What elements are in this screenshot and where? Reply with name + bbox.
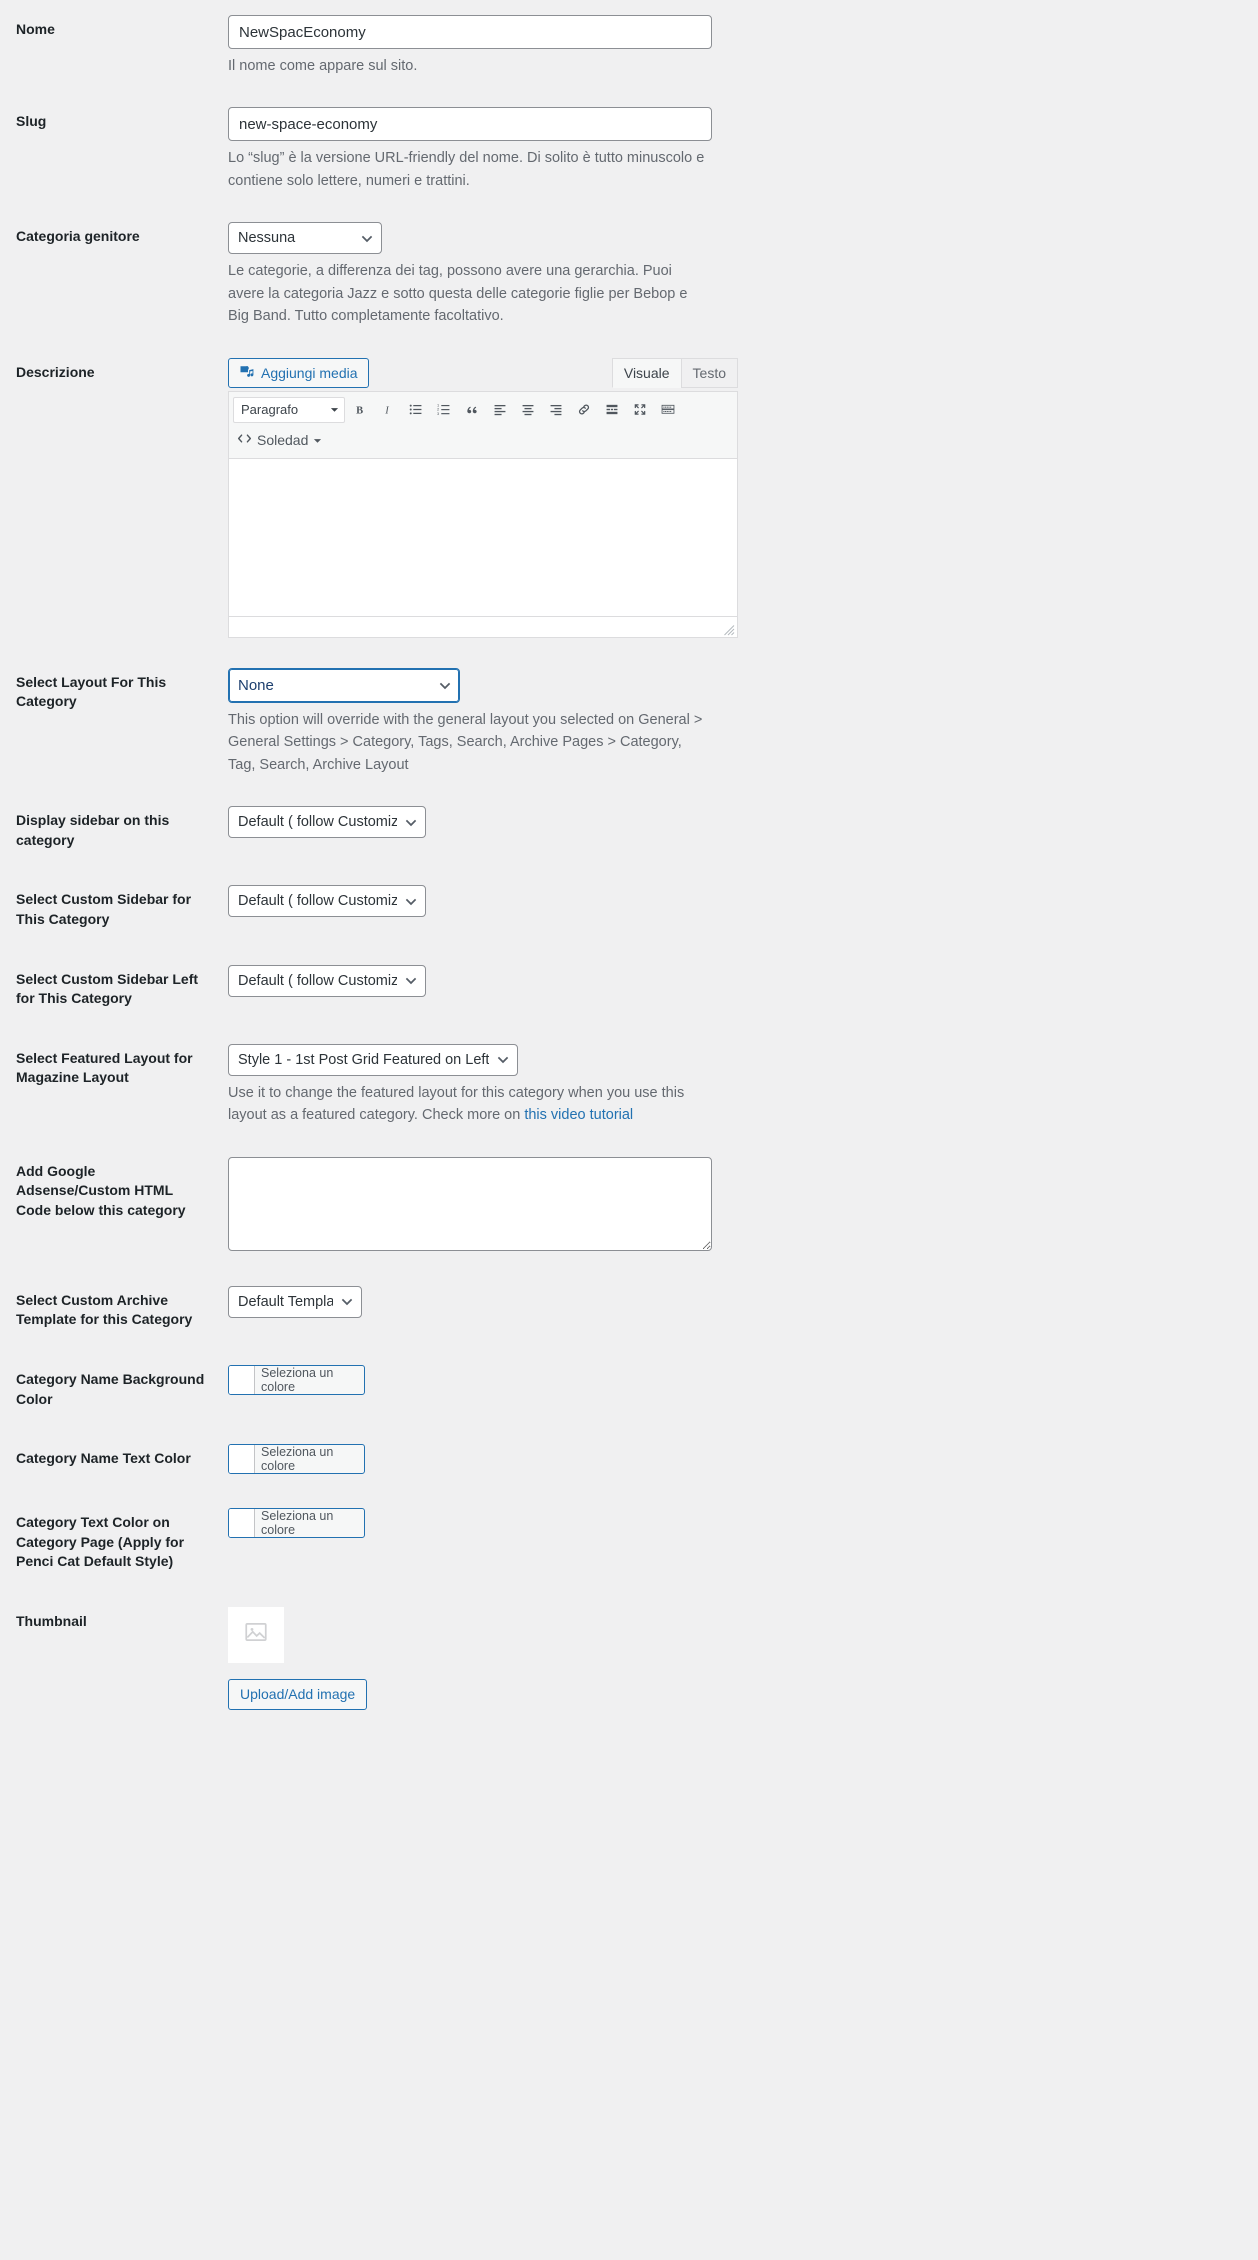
adsense-textarea[interactable] — [228, 1156, 712, 1251]
form-row-custom-sidebar: Select Custom Sidebar for This Category … — [0, 870, 1258, 949]
editor-resize-handle[interactable] — [723, 623, 735, 636]
editor-statusbar — [229, 615, 737, 637]
name-input[interactable] — [228, 15, 712, 49]
soledad-shortcodes-button[interactable]: Soledad — [233, 428, 326, 452]
svg-text:I: I — [384, 406, 389, 417]
editor-toolbar-row-2: Soledad — [229, 428, 737, 458]
image-placeholder-icon — [243, 1619, 269, 1650]
cat-bg-color-label: Seleziona un colore — [261, 1365, 334, 1394]
label-name: Nome — [16, 21, 55, 37]
name-description: Il nome come appare sul sito. — [228, 58, 418, 74]
label-parent-category: Categoria genitore — [16, 228, 140, 245]
svg-text:3: 3 — [437, 411, 439, 416]
form-row-archive-template: Select Custom Archive Template for this … — [0, 1271, 1258, 1350]
parent-category-description: Le categorie, a differenza dei tag, poss… — [228, 263, 688, 325]
cat-page-text-color-swatch — [229, 1509, 255, 1538]
media-icon — [239, 364, 254, 382]
thumbnail-preview — [228, 1606, 284, 1663]
tab-visual[interactable]: Visuale — [611, 357, 682, 388]
featured-layout-description: Use it to change the featured layout for… — [228, 1082, 708, 1127]
featured-layout-select[interactable]: Style 1 - 1st Post Grid Featured on Left — [228, 1043, 518, 1076]
add-media-button[interactable]: Aggiungi media — [228, 357, 369, 388]
align-center-icon[interactable] — [515, 397, 541, 423]
category-edit-form: Nome Il nome come appare sul sito. Slug … — [0, 0, 1258, 1725]
insert-link-icon[interactable] — [571, 397, 597, 423]
code-brackets-icon — [237, 432, 252, 448]
svg-text:B: B — [356, 406, 363, 417]
form-row-description: Descrizione Aggiungi media Visuale Testo… — [0, 343, 1258, 653]
parent-category-select[interactable]: Nessuna — [228, 222, 382, 255]
add-media-label: Aggiungi media — [261, 364, 358, 381]
form-row-parent-category: Categoria genitore Nessuna Le categorie,… — [0, 207, 1258, 342]
label-adsense: Add Google Adsense/Custom HTML Code belo… — [16, 1162, 186, 1218]
cat-text-color-label: Seleziona un colore — [261, 1445, 334, 1474]
cat-page-text-color-picker-button[interactable]: Seleziona un colore — [228, 1508, 365, 1539]
form-row-custom-sidebar-left: Select Custom Sidebar Left for This Cate… — [0, 950, 1258, 1029]
label-archive-template: Select Custom Archive Template for this … — [16, 1291, 193, 1328]
bold-icon[interactable]: B — [347, 397, 373, 423]
italic-icon[interactable]: I — [375, 397, 401, 423]
form-row-cat-bg-color: Category Name Background Color Seleziona… — [0, 1350, 1258, 1429]
editor-toolbar-row-1: Paragrafo B I 1 2 3 — [229, 392, 737, 428]
form-row-adsense: Add Google Adsense/Custom HTML Code belo… — [0, 1142, 1258, 1271]
align-left-icon[interactable] — [487, 397, 513, 423]
label-slug: Slug — [16, 113, 47, 130]
toolbar-toggle-icon[interactable] — [655, 397, 681, 423]
form-row-featured-layout: Select Featured Layout for Magazine Layo… — [0, 1029, 1258, 1142]
label-thumbnail: Thumbnail — [16, 1612, 87, 1629]
cat-text-color-swatch — [229, 1445, 255, 1474]
custom-sidebar-select[interactable]: Default ( follow Customize ) — [228, 885, 426, 918]
cat-bg-color-picker-button[interactable]: Seleziona un colore — [228, 1364, 365, 1395]
form-row-cat-text-color: Category Name Text Color Seleziona un co… — [0, 1429, 1258, 1493]
label-display-sidebar: Display sidebar on this category — [16, 812, 170, 848]
cat-text-color-picker-button[interactable]: Seleziona un colore — [228, 1444, 365, 1475]
tab-text[interactable]: Testo — [680, 357, 738, 388]
upload-add-image-button[interactable]: Upload/Add image — [228, 1678, 368, 1710]
label-cat-bg-color: Category Name Background Color — [16, 1370, 205, 1407]
label-description: Descrizione — [16, 363, 95, 380]
editor-content-area[interactable] — [229, 457, 737, 616]
label-cat-text-color: Category Name Text Color — [16, 1450, 191, 1467]
fullscreen-icon[interactable] — [627, 397, 653, 423]
label-featured-layout: Select Featured Layout for Magazine Layo… — [16, 1049, 193, 1086]
form-row-slug: Slug Lo “slug” è la versione URL-friendl… — [0, 92, 1258, 207]
label-select-layout: Select Layout For This Category — [16, 673, 167, 710]
form-row-select-layout: Select Layout For This Category None Thi… — [0, 653, 1258, 791]
form-row-cat-page-text-color: Category Text Color on Category Page (Ap… — [0, 1493, 1258, 1592]
align-right-icon[interactable] — [543, 397, 569, 423]
editor-container: Paragrafo B I 1 2 3 Soledad — [228, 390, 738, 638]
label-cat-page-text-color: Category Text Color on Category Page (Ap… — [16, 1514, 185, 1570]
bulleted-list-icon[interactable] — [403, 397, 429, 423]
slug-description: Lo “slug” è la versione URL-friendly del… — [228, 150, 705, 189]
select-layout-description: This option will override with the gener… — [228, 711, 703, 773]
description-editor: Aggiungi media Visuale Testo Paragrafo B — [228, 357, 738, 638]
select-layout-select[interactable]: None — [228, 667, 460, 703]
label-custom-sidebar: Select Custom Sidebar for This Category — [16, 891, 192, 927]
paragraph-format-select[interactable]: Paragrafo — [233, 396, 345, 423]
form-row-thumbnail: Thumbnail Upload/Add image — [0, 1592, 1258, 1725]
cat-page-text-color-label: Seleziona un colore — [261, 1509, 334, 1538]
archive-template-select[interactable]: Default Template — [228, 1285, 362, 1318]
display-sidebar-select[interactable]: Default ( follow Customize ) — [228, 806, 426, 839]
chevron-down-icon — [313, 432, 322, 448]
custom-sidebar-left-select[interactable]: Default ( follow Customize ) — [228, 964, 426, 997]
form-row-name: Nome Il nome come appare sul sito. — [0, 0, 1258, 92]
numbered-list-icon[interactable]: 1 2 3 — [431, 397, 457, 423]
slug-input[interactable] — [228, 107, 712, 142]
cat-bg-color-swatch — [229, 1365, 255, 1394]
soledad-label: Soledad — [257, 431, 309, 448]
form-row-display-sidebar: Display sidebar on this category Default… — [0, 791, 1258, 870]
read-more-icon[interactable] — [599, 397, 625, 423]
editor-mode-tabs: Visuale Testo — [611, 357, 738, 388]
video-tutorial-link[interactable]: this video tutorial — [524, 1107, 633, 1123]
blockquote-icon[interactable] — [459, 397, 485, 423]
label-custom-sidebar-left: Select Custom Sidebar Left for This Cate… — [16, 970, 199, 1007]
